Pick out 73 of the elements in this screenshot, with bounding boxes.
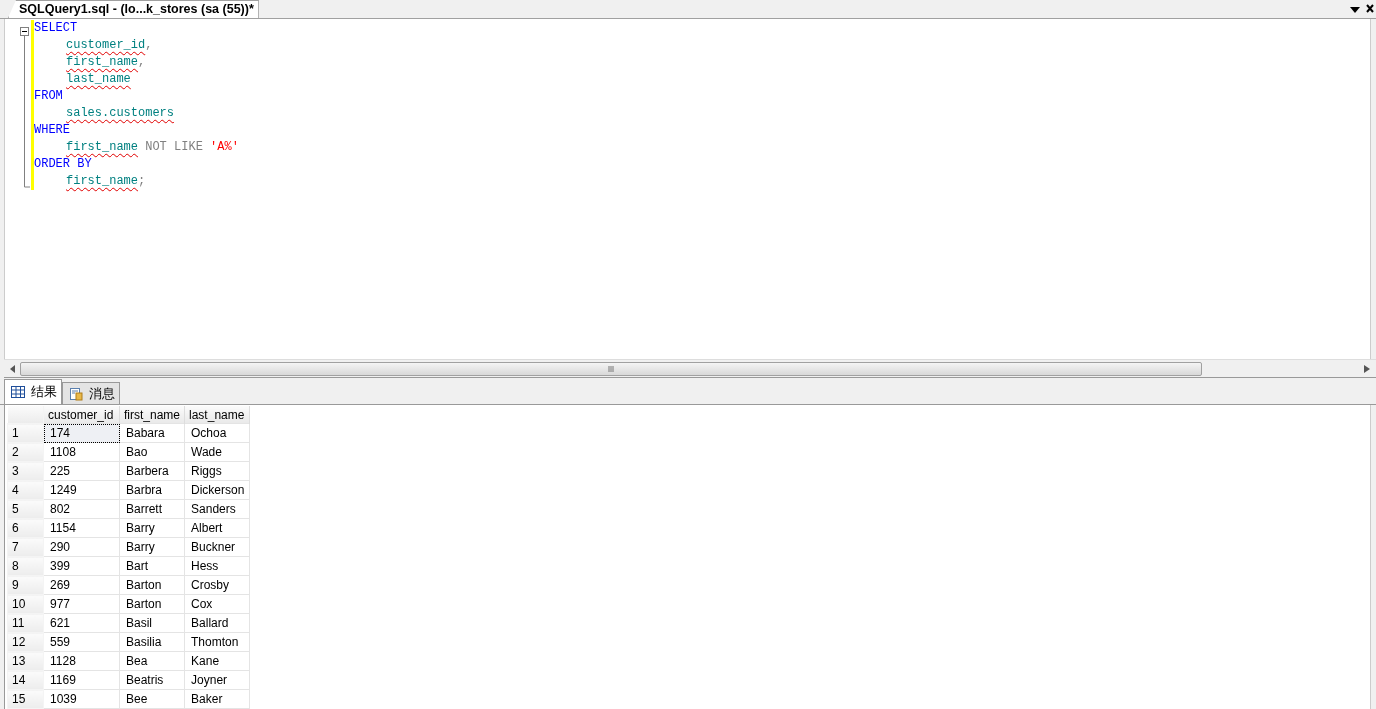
table-cell: Barton: [119, 594, 185, 614]
table-cell: Beatris: [119, 670, 185, 690]
scroll-left-icon[interactable]: [10, 364, 16, 373]
horizontal-scrollbar[interactable]: [4, 359, 1376, 378]
table-cell: 225: [43, 461, 120, 481]
table-cell: Thomton: [184, 632, 250, 652]
table-cell: 399: [43, 556, 120, 576]
table-cell: Sanders: [184, 499, 250, 519]
table-cell: Albert: [184, 518, 250, 538]
table-cell: Cox: [184, 594, 250, 614]
table-cell: 1039: [43, 689, 120, 709]
table-cell: 621: [43, 613, 120, 633]
code-line: first_name NOT LIKE 'A%': [66, 139, 239, 156]
table-cell: Joyner: [184, 670, 250, 690]
grid-icon: [11, 386, 25, 398]
close-icon[interactable]: [1366, 4, 1374, 13]
code-line: WHERE: [34, 122, 70, 139]
table-cell: Dickerson: [184, 480, 250, 500]
table-cell: Bao: [119, 442, 185, 462]
table-cell: Ochoa: [184, 423, 250, 443]
table-cell: Basilia: [119, 632, 185, 652]
table-cell: Buckner: [184, 537, 250, 557]
table-cell: Barbra: [119, 480, 185, 500]
table-cell: 269: [43, 575, 120, 595]
table-cell: Hess: [184, 556, 250, 576]
table-cell: Bee: [119, 689, 185, 709]
code-line: SELECT: [34, 20, 78, 37]
code-line: sales.customers: [66, 105, 175, 122]
column-header[interactable]: last_name: [184, 406, 250, 424]
table-cell: Barry: [119, 537, 185, 557]
column-header[interactable]: customer_id: [43, 406, 120, 424]
table-cell: Riggs: [184, 461, 250, 481]
table-cell: 559: [43, 632, 120, 652]
code-line: first_name;: [66, 173, 146, 190]
code-line: last_name: [66, 71, 131, 88]
table-cell: Bea: [119, 651, 185, 671]
table-cell: Barton: [119, 575, 185, 595]
grip-icon: [608, 365, 614, 372]
code-line: ORDER BY: [34, 156, 92, 173]
table-cell: Crosby: [184, 575, 250, 595]
table-cell: 290: [43, 537, 120, 557]
table-cell: Bart: [119, 556, 185, 576]
table-cell: 1154: [43, 518, 120, 538]
table-cell: 174: [43, 423, 120, 443]
table-cell: Ballard: [184, 613, 250, 633]
column-header[interactable]: first_name: [119, 406, 185, 424]
table-cell: Basil: [119, 613, 185, 633]
table-cell: Wade: [184, 442, 250, 462]
table-cell: Baker: [184, 689, 250, 709]
scroll-right-icon[interactable]: [1364, 364, 1370, 373]
table-cell: 1128: [43, 651, 120, 671]
table-cell: Barrett: [119, 499, 185, 519]
result-tab[interactable]: 消息: [62, 382, 120, 404]
code-line: FROM: [34, 88, 63, 105]
table-cell: 1169: [43, 670, 120, 690]
vertical-scrollbar[interactable]: [1370, 19, 1376, 359]
table-cell: Barry: [119, 518, 185, 538]
table-cell: Barbera: [119, 461, 185, 481]
table-cell: 1249: [43, 480, 120, 500]
result-tab[interactable]: 结果: [4, 379, 62, 404]
table-cell: 1108: [43, 442, 120, 462]
document-tab[interactable]: SQLQuery1.sql - (lo...k_stores (sa (55))*: [8, 0, 259, 18]
table-cell: 977: [43, 594, 120, 614]
table-cell: Kane: [184, 651, 250, 671]
dropdown-icon[interactable]: [1350, 7, 1360, 13]
code-line: first_name,: [66, 54, 146, 71]
vertical-scrollbar[interactable]: [1370, 405, 1376, 709]
code-line: customer_id,: [66, 37, 153, 54]
document-icon: [69, 386, 83, 401]
row-number[interactable]: 1: [7, 423, 44, 443]
table-cell: 802: [43, 499, 120, 519]
scroll-thumb[interactable]: [20, 361, 1202, 376]
table-cell: Babara: [119, 423, 185, 443]
